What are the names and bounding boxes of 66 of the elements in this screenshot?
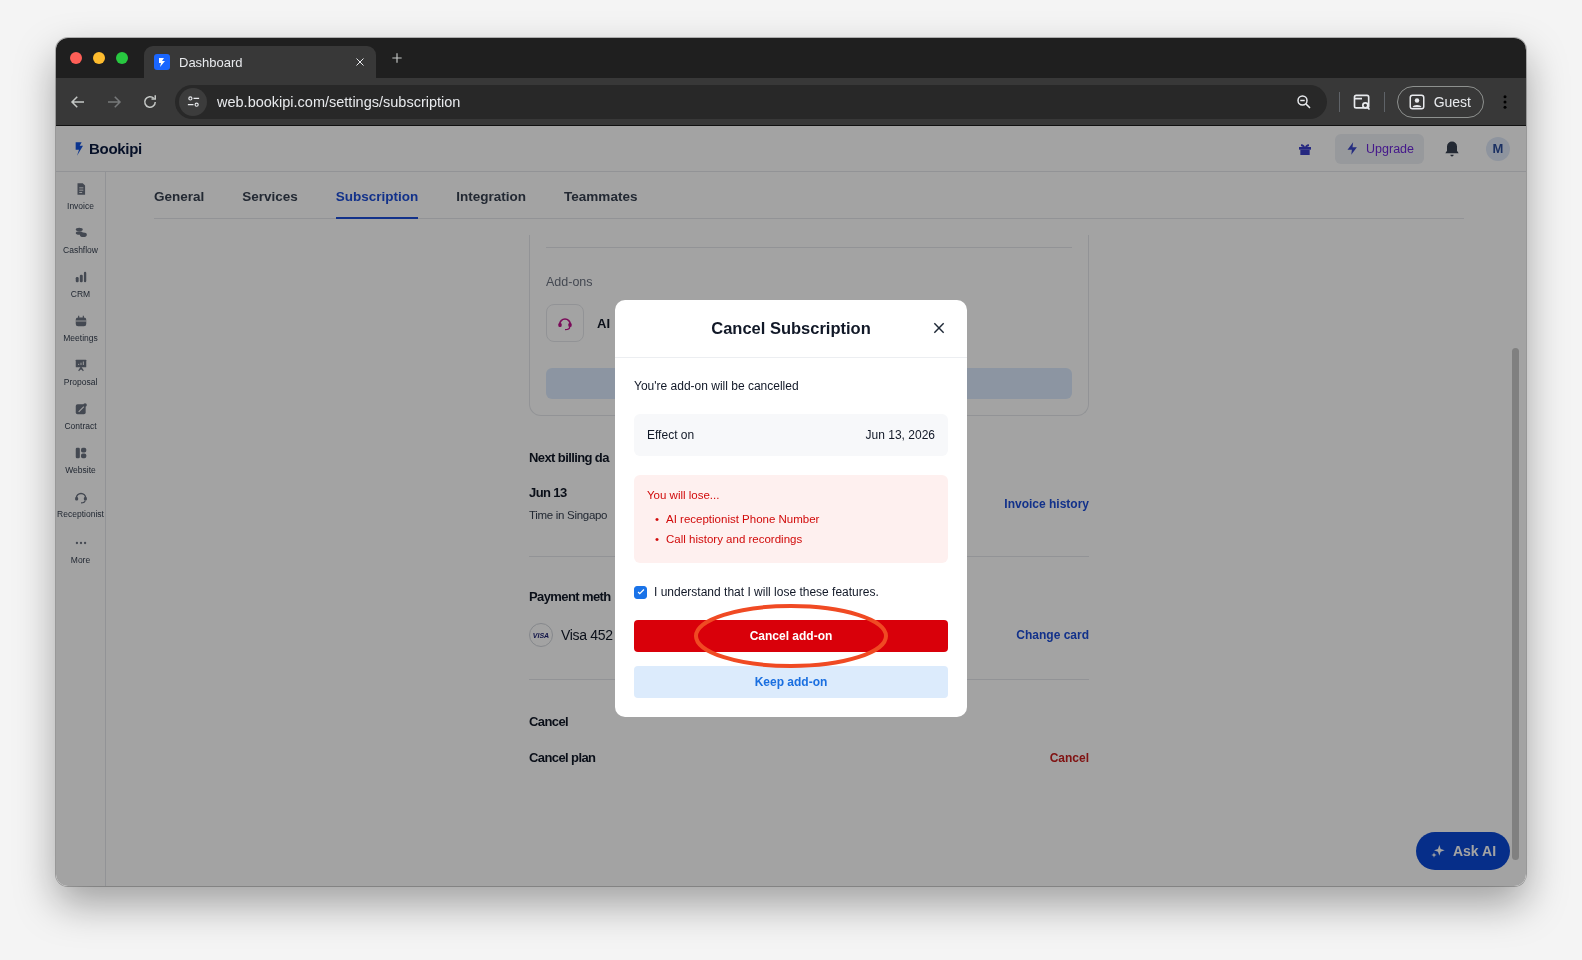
headset-icon [557,315,573,331]
upgrade-button[interactable]: Upgrade [1335,133,1424,164]
tune-icon [185,94,201,109]
zoom-icon[interactable] [1294,92,1313,111]
sidebar-item[interactable]: Receptionist [56,490,105,534]
bullet: • [655,512,660,527]
effect-label: Effect on [647,428,695,442]
dialog-message: You're add-on will be cancelled [634,378,800,395]
invoice-history-link[interactable]: Invoice history [1004,496,1089,511]
zoom-window-button[interactable] [116,52,128,64]
sidebar-item[interactable]: Meetings [56,314,105,358]
sidebar-item[interactable]: More [56,536,105,580]
checkbox-label: I understand that I will lose these features. [654,584,879,601]
presentation-icon [73,358,88,372]
warning-title: You will lose... [647,489,721,501]
settings-tab[interactable]: Teammates [564,172,638,219]
check-icon [635,587,646,597]
effect-date: Jun 13, 2026 [865,428,935,442]
browser-tab[interactable]: Dashboard [144,46,376,78]
close-icon[interactable] [931,320,947,336]
sidebar-item[interactable]: Cashflow [56,226,105,270]
section-label: Add-ons [546,274,594,291]
section-heading: Cancel [529,713,569,731]
new-tab-icon[interactable] [390,51,404,65]
headset-icon [73,490,88,504]
dialog-title: Cancel Subscription [711,319,871,338]
section-heading: Payment meth [529,588,611,606]
user-avatar[interactable]: M [1486,136,1510,161]
cancel-addon-button[interactable]: Cancel add-on [634,620,948,652]
card-number: Visa 452 [561,627,613,643]
sidebar-item[interactable]: Proposal [56,358,105,402]
sidebar-item[interactable]: CRM [56,270,105,314]
pencil-icon [73,402,88,416]
site-settings-button[interactable] [179,87,207,116]
profile-icon [1407,92,1426,111]
logo-text: Bookipi [89,140,142,157]
change-card-link[interactable]: Change card [1016,628,1089,642]
checkbox[interactable] [634,585,647,599]
settings-tab[interactable]: Subscription [335,172,419,219]
coins-icon [73,226,88,240]
settings-tab[interactable]: Integration [456,172,527,219]
section-heading: Next billing da [529,449,609,467]
sidebar-item[interactable]: Invoice [56,182,105,226]
billing-date: Jun 13 [529,484,567,502]
cancel-link[interactable]: Cancel [1049,751,1089,765]
feature-item: AI receptionist Phone Number [666,512,820,527]
close-tab-icon[interactable] [354,56,366,68]
addon-name: AI [597,315,610,331]
minimize-window-button[interactable] [93,52,105,64]
cancel-plan-label: Cancel plan [529,749,596,767]
settings-tab[interactable]: Services [242,172,298,219]
sidebar-item[interactable]: Contract [56,402,105,446]
settings-tab[interactable]: General [154,172,205,219]
scrollbar-thumb[interactable] [1512,348,1519,860]
bullet: • [655,532,660,547]
bar-chart-icon [73,270,88,284]
close-window-button[interactable] [70,52,82,64]
favicon-icon [154,54,170,70]
keep-addon-button[interactable]: Keep add-on [634,666,948,698]
reload-icon[interactable] [141,92,159,111]
ask-ai-button[interactable]: Ask AI [1416,832,1510,870]
calendar-icon [73,314,88,328]
sidebar-item[interactable]: Website [56,446,105,490]
layout-icon [73,446,88,460]
feature-item: Call history and recordings [666,532,803,547]
timezone-text: Time in Singapo [529,508,608,523]
